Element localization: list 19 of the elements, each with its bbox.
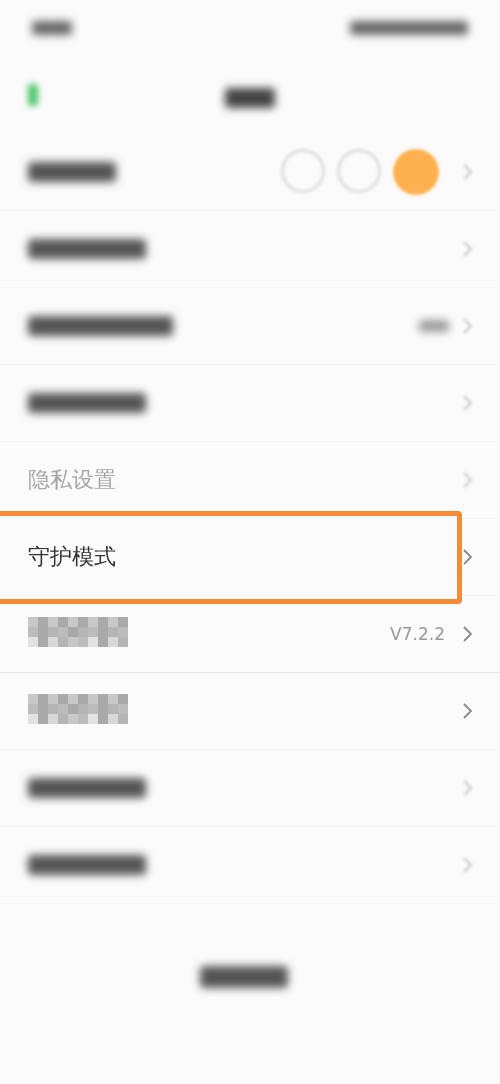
settings-row[interactable]: 守护模式: [0, 519, 500, 596]
chevron-icon: [463, 395, 472, 411]
chevron-icon: [463, 626, 472, 642]
chevron-icon: [463, 241, 472, 257]
row-label: 隐私设置: [28, 467, 116, 492]
chevron-icon: [463, 549, 472, 565]
blurred-text: [32, 21, 72, 35]
chevron-icon: [463, 472, 472, 488]
chevron-icon: [463, 164, 472, 180]
row-label: 守护模式: [28, 544, 116, 569]
chevron-icon: [463, 703, 472, 719]
chevron-icon: [463, 318, 472, 334]
settings-row[interactable]: V7.2.2: [0, 596, 500, 673]
settings-row[interactable]: 隐私设置: [0, 442, 500, 519]
chevron-icon: [463, 857, 472, 873]
chevron-icon: [463, 780, 472, 796]
blurred-text: [225, 88, 275, 108]
version-value: V7.2.2: [390, 624, 445, 644]
blurred-text: [419, 320, 449, 332]
